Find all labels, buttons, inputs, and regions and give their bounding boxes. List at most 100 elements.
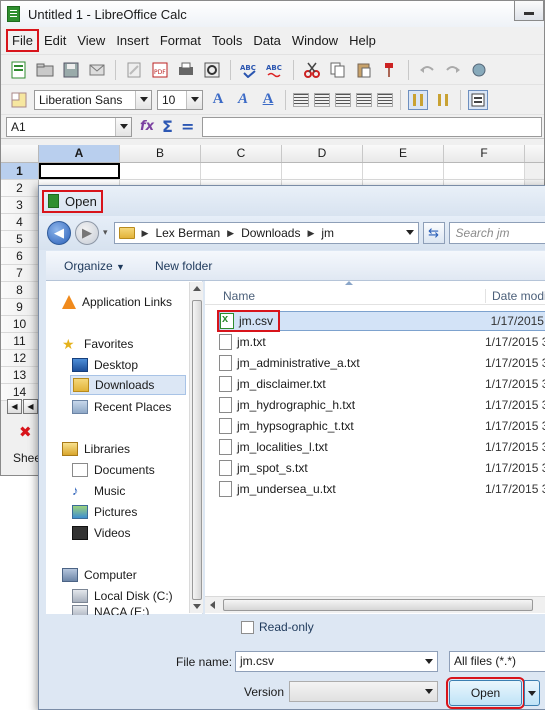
menu-format[interactable]: Format xyxy=(155,30,206,51)
search-input[interactable]: Search jm xyxy=(448,222,545,244)
read-only-option[interactable]: Read-only xyxy=(241,620,314,634)
row-header[interactable]: 6 xyxy=(1,248,39,264)
column-date-modified[interactable]: Date modifi xyxy=(485,289,545,303)
previous-sheet-button[interactable]: ◀ xyxy=(23,399,38,414)
nav-downloads[interactable]: Downloads xyxy=(70,375,186,395)
column-header[interactable]: D xyxy=(282,145,363,162)
chevron-right-icon[interactable]: ▶ xyxy=(227,228,234,239)
row-header[interactable]: 11 xyxy=(1,333,39,349)
function-wizard-icon[interactable]: fx xyxy=(140,119,154,134)
clone-format-icon[interactable] xyxy=(380,60,400,80)
justify-icon[interactable] xyxy=(356,92,372,107)
file-row[interactable]: jm.txt 1/17/2015 3 xyxy=(219,332,545,352)
email-icon[interactable] xyxy=(87,60,107,80)
read-only-checkbox[interactable] xyxy=(241,620,254,634)
file-row[interactable]: jm_localities_l.txt 1/17/2015 3 xyxy=(219,437,545,457)
grid-cell[interactable] xyxy=(39,163,120,179)
row-header[interactable]: 9 xyxy=(1,299,39,315)
menu-tools[interactable]: Tools xyxy=(207,30,247,51)
row-header[interactable]: 2 xyxy=(1,180,39,196)
menu-insert[interactable]: Insert xyxy=(111,30,154,51)
new-document-icon[interactable] xyxy=(9,60,29,80)
breadcrumb-item[interactable]: Downloads xyxy=(241,226,300,240)
row-header[interactable]: 13 xyxy=(1,367,39,383)
print-icon[interactable] xyxy=(176,60,196,80)
organize-button[interactable]: Organize ▼ xyxy=(64,259,125,273)
column-header[interactable]: F xyxy=(444,145,525,162)
cut-icon[interactable] xyxy=(302,60,322,80)
nav-application-links[interactable]: Application Links xyxy=(62,292,172,312)
nav-pictures[interactable]: Pictures xyxy=(72,502,137,522)
bold-icon[interactable]: A xyxy=(208,91,228,108)
row-header[interactable]: 8 xyxy=(1,282,39,298)
file-row[interactable]: jm_undersea_u.txt 1/17/2015 3 xyxy=(219,479,545,499)
refresh-icon[interactable]: ⇆ xyxy=(422,222,445,244)
align-top-icon[interactable] xyxy=(433,90,453,110)
nav-libraries[interactable]: Libraries xyxy=(62,439,130,459)
file-row[interactable]: jm.csv 1/17/2015 3 xyxy=(217,310,545,332)
column-header[interactable]: A xyxy=(39,145,120,162)
nav-next-drive[interactable]: NACA (E:) xyxy=(72,605,149,615)
font-size-box[interactable]: 10 xyxy=(157,89,203,110)
grid-cell[interactable] xyxy=(363,163,444,179)
chevron-down-icon[interactable] xyxy=(422,653,436,670)
column-header[interactable]: E xyxy=(363,145,444,162)
scroll-left-icon[interactable] xyxy=(210,601,215,609)
scrollbar-thumb[interactable] xyxy=(192,300,202,600)
row-header[interactable]: 14 xyxy=(1,384,39,400)
spellcheck-icon[interactable]: ABC xyxy=(239,60,259,80)
row-header[interactable]: 3 xyxy=(1,197,39,213)
paste-icon[interactable] xyxy=(354,60,374,80)
chevron-down-icon[interactable] xyxy=(115,117,131,136)
merge-cells-icon[interactable] xyxy=(377,92,393,107)
autospell-icon[interactable]: ABC xyxy=(265,60,285,80)
formula-icon[interactable]: = xyxy=(181,117,194,136)
breadcrumb-item[interactable]: Lex Berman xyxy=(155,226,220,240)
menu-view[interactable]: View xyxy=(72,30,110,51)
row-header[interactable]: 12 xyxy=(1,350,39,366)
column-header[interactable]: C xyxy=(201,145,282,162)
chevron-down-icon[interactable]: ▾ xyxy=(103,228,108,238)
file-row[interactable]: jm_disclaimer.txt 1/17/2015 3 xyxy=(219,374,545,394)
print-preview-icon[interactable] xyxy=(202,60,222,80)
nav-music[interactable]: ♪ Music xyxy=(72,481,125,501)
align-right-icon[interactable] xyxy=(335,92,351,107)
row-header[interactable]: 1 xyxy=(1,163,39,179)
redo-icon[interactable] xyxy=(443,60,463,80)
save-icon[interactable] xyxy=(61,60,81,80)
file-type-select[interactable]: All files (*.*) xyxy=(449,651,545,672)
styles-icon[interactable] xyxy=(9,90,29,110)
back-button[interactable]: ◀ xyxy=(47,221,71,245)
font-name-box[interactable]: Liberation Sans xyxy=(34,89,152,110)
menu-window[interactable]: Window xyxy=(287,30,343,51)
file-row[interactable]: jm_spot_s.txt 1/17/2015 3 xyxy=(219,458,545,478)
chevron-down-icon[interactable] xyxy=(186,90,202,109)
row-header[interactable]: 5 xyxy=(1,231,39,247)
nav-computer[interactable]: Computer xyxy=(62,565,137,585)
breadcrumb-item[interactable]: jm xyxy=(321,226,334,240)
undo-icon[interactable] xyxy=(417,60,437,80)
file-row[interactable]: jm_administrative_a.txt 1/17/2015 3 xyxy=(219,353,545,373)
file-row[interactable]: jm_hydrographic_h.txt 1/17/2015 3 xyxy=(219,395,545,415)
version-select[interactable] xyxy=(289,681,438,702)
nav-desktop[interactable]: Desktop xyxy=(72,355,138,375)
sum-icon[interactable]: Σ xyxy=(162,117,173,136)
row-header[interactable]: 10 xyxy=(1,316,39,332)
name-box[interactable]: A1 xyxy=(6,116,132,137)
minimize-button[interactable] xyxy=(514,1,544,21)
close-icon[interactable]: ✖ xyxy=(19,423,32,441)
align-left-icon[interactable] xyxy=(293,92,309,107)
chevron-right-icon[interactable]: ▶ xyxy=(307,228,314,239)
align-center-icon[interactable] xyxy=(314,92,330,107)
menu-edit[interactable]: Edit xyxy=(39,30,71,51)
breadcrumb[interactable]: ▶ Lex Berman ▶ Downloads ▶ jm xyxy=(113,222,419,244)
italic-icon[interactable]: A xyxy=(233,91,253,108)
new-folder-button[interactable]: New folder xyxy=(155,259,212,273)
chevron-down-icon[interactable] xyxy=(405,230,414,235)
formula-input[interactable] xyxy=(202,116,542,137)
menu-file[interactable]: File xyxy=(6,29,39,52)
file-row[interactable]: jm_hypsographic_t.txt 1/17/2015 3 xyxy=(219,416,545,436)
grid-cell[interactable] xyxy=(444,163,525,179)
open-options-button[interactable] xyxy=(524,680,540,706)
file-name-field[interactable]: jm.csv xyxy=(235,651,438,672)
